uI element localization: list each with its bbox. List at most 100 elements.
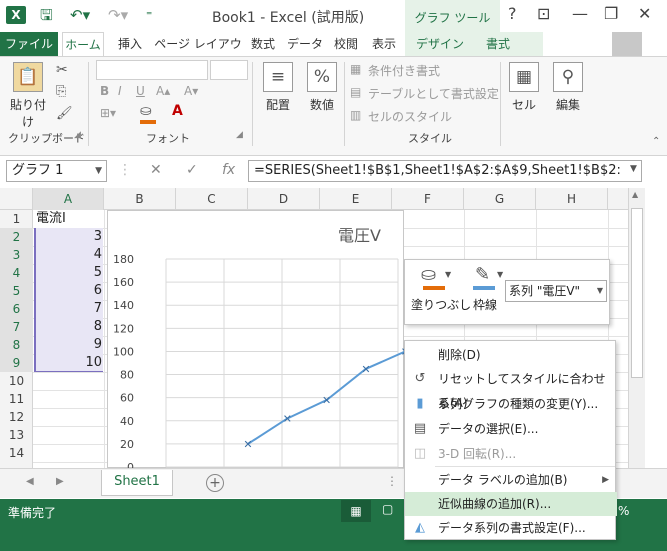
menu-item-add-trendline[interactable]: 近似曲線の追加(R)... — [405, 492, 617, 516]
collapse-ribbon-icon[interactable]: ⌃ — [652, 136, 660, 147]
select-all-corner[interactable] — [0, 188, 33, 210]
paste-button[interactable]: 📋 貼り付け — [6, 62, 50, 130]
cell-a1[interactable]: 電流I — [36, 210, 66, 228]
tab-view[interactable]: 表示 — [366, 32, 402, 56]
line-chart[interactable]: 電圧V 180160140120100806040200 ✕✕✕✕✕✕✕✕ — [108, 211, 528, 474]
conditional-format-icon[interactable]: ▦ — [350, 62, 361, 76]
add-sheet-icon[interactable]: + — [206, 474, 224, 492]
font-launcher-icon[interactable]: ◢ — [236, 130, 243, 140]
underline-button[interactable]: U — [136, 84, 145, 98]
row-header[interactable]: 7 — [0, 318, 33, 336]
tab-file[interactable]: ファイル — [0, 32, 58, 56]
table-format-button[interactable]: テーブルとして書式設定 — [368, 85, 499, 102]
column-header-a[interactable]: A — [33, 188, 104, 210]
quick-access-customize-icon[interactable]: ⁼ — [146, 6, 152, 24]
scroll-up-icon[interactable]: ▲ — [632, 190, 638, 199]
row-header[interactable]: 3 — [0, 246, 33, 264]
bold-button[interactable]: B — [100, 84, 109, 98]
tab-formulas[interactable]: 数式 — [246, 32, 280, 56]
format-painter-icon[interactable]: 🖌 — [56, 106, 73, 121]
enter-icon[interactable]: ✓ — [186, 162, 198, 178]
cell-a2[interactable]: 3 — [36, 228, 102, 246]
avatar[interactable] — [612, 32, 642, 56]
row-header[interactable]: 1 — [0, 210, 33, 228]
row-header[interactable]: 14 — [0, 444, 33, 462]
row-header[interactable]: 4 — [0, 264, 33, 282]
expand-formula-icon[interactable]: ▼ — [630, 164, 637, 174]
sheet-tab-sheet1[interactable]: Sheet1 — [101, 470, 173, 496]
tab-home[interactable]: ホーム — [62, 32, 104, 56]
chevron-down-icon[interactable]: ▼ — [95, 161, 102, 181]
row-header[interactable]: 9 — [0, 354, 33, 372]
row-header[interactable]: 10 — [0, 372, 33, 390]
cell-a8[interactable]: 9 — [36, 336, 102, 354]
copy-icon[interactable]: ⎘ — [56, 84, 66, 99]
cut-icon[interactable]: ✂ — [56, 62, 68, 78]
menu-item-delete[interactable]: 削除(D) — [405, 343, 617, 367]
minimize-button[interactable]: — — [572, 4, 588, 23]
series-point[interactable]: ✕ — [283, 412, 292, 425]
menu-item-format-data-series[interactable]: ◭ データ系列の書式設定(F)... — [405, 516, 617, 540]
row-header[interactable]: 8 — [0, 336, 33, 354]
menu-item-select-data[interactable]: ▤ データの選択(E)... — [405, 417, 617, 441]
tab-design[interactable]: デザイン — [412, 32, 468, 56]
save-icon[interactable]: 🖫 — [40, 6, 53, 24]
insert-function-button[interactable]: fx — [222, 162, 235, 178]
name-box[interactable]: グラフ 1 ▼ — [6, 160, 107, 182]
row-header[interactable]: 13 — [0, 426, 33, 444]
fill-color-icon[interactable]: ⛀ — [140, 103, 152, 119]
column-header-f[interactable]: F — [392, 188, 464, 210]
font-grow-icon[interactable]: A▴ — [156, 84, 170, 98]
row-header[interactable]: 12 — [0, 408, 33, 426]
italic-button[interactable]: I — [118, 84, 122, 98]
table-format-icon[interactable]: ▤ — [350, 85, 361, 99]
paint-bucket-icon[interactable]: ⛀ — [421, 264, 436, 285]
cell-a7[interactable]: 8 — [36, 318, 102, 336]
row-header[interactable]: 6 — [0, 300, 33, 318]
column-header-e[interactable]: E — [320, 188, 392, 210]
help-button[interactable]: ? — [508, 4, 517, 23]
redo-icon[interactable]: ↷▾ — [108, 6, 128, 24]
column-header-d[interactable]: D — [248, 188, 320, 210]
chevron-down-icon[interactable]: ▼ — [445, 270, 451, 279]
menu-item-change-chart-type[interactable]: ▮ 系列グラフの種類の変更(Y)... — [405, 392, 617, 416]
series-point[interactable]: ✕ — [361, 363, 370, 376]
vertical-scrollbar[interactable]: ▲ — [628, 188, 645, 468]
menu-item-add-data-labels[interactable]: データ ラベルの追加(B) ▶ — [405, 468, 617, 492]
series-point[interactable]: ✕ — [243, 438, 252, 451]
cell-a9[interactable]: 10 — [36, 354, 102, 372]
chart-area[interactable]: 電圧V 180160140120100806040200 ✕✕✕✕✕✕✕✕ — [107, 210, 528, 474]
column-header-h[interactable]: H — [536, 188, 608, 210]
font-size-box[interactable] — [210, 60, 248, 80]
cancel-icon[interactable]: ✕ — [150, 162, 162, 178]
chevron-down-icon[interactable]: ▼ — [597, 281, 603, 301]
ribbon-display-icon[interactable]: ⊡ — [537, 4, 550, 23]
pencil-outline-icon[interactable]: ✎ — [475, 264, 490, 285]
row-header[interactable]: 5 — [0, 282, 33, 300]
chart-title[interactable]: 電圧V — [338, 226, 381, 245]
cells-button[interactable]: ▦ セル — [506, 62, 542, 113]
cell-a6[interactable]: 7 — [36, 300, 102, 318]
series-select[interactable]: 系列 "電圧V" ▼ — [505, 280, 607, 302]
formula-input[interactable]: =SERIES(Sheet1!$B$1,Sheet1!$A$2:$A$9,She… — [248, 160, 642, 182]
cell-a5[interactable]: 6 — [36, 282, 102, 300]
page-layout-view-icon[interactable]: ▢ — [382, 502, 393, 516]
row-header[interactable]: 2 — [0, 228, 33, 246]
tab-data[interactable]: データ — [284, 32, 326, 56]
menu-item-reset-style[interactable]: ↺ リセットしてスタイルに合わせる(A) — [405, 367, 617, 410]
close-button[interactable]: ✕ — [638, 4, 651, 23]
clipboard-launcher-icon[interactable]: ◢ — [74, 130, 81, 140]
column-header-b[interactable]: B — [104, 188, 176, 210]
next-sheet-icon[interactable]: ▶ — [56, 476, 64, 487]
fill-button[interactable]: 塗りつぶし — [411, 296, 471, 313]
cell-a3[interactable]: 4 — [36, 246, 102, 264]
tab-insert[interactable]: 挿入 — [112, 32, 148, 56]
chevron-down-icon[interactable]: ▼ — [497, 270, 503, 279]
normal-view-icon[interactable]: ▦ — [341, 500, 371, 522]
undo-icon[interactable]: ↶▾ — [70, 6, 90, 24]
editing-button[interactable]: ⚲ 編集 — [550, 62, 586, 113]
font-shrink-icon[interactable]: A▾ — [184, 84, 198, 98]
number-button[interactable]: % 数値 — [302, 62, 342, 113]
sheet-split-icon[interactable]: ⋮ — [386, 474, 398, 488]
outline-button[interactable]: 枠線 — [473, 296, 497, 313]
